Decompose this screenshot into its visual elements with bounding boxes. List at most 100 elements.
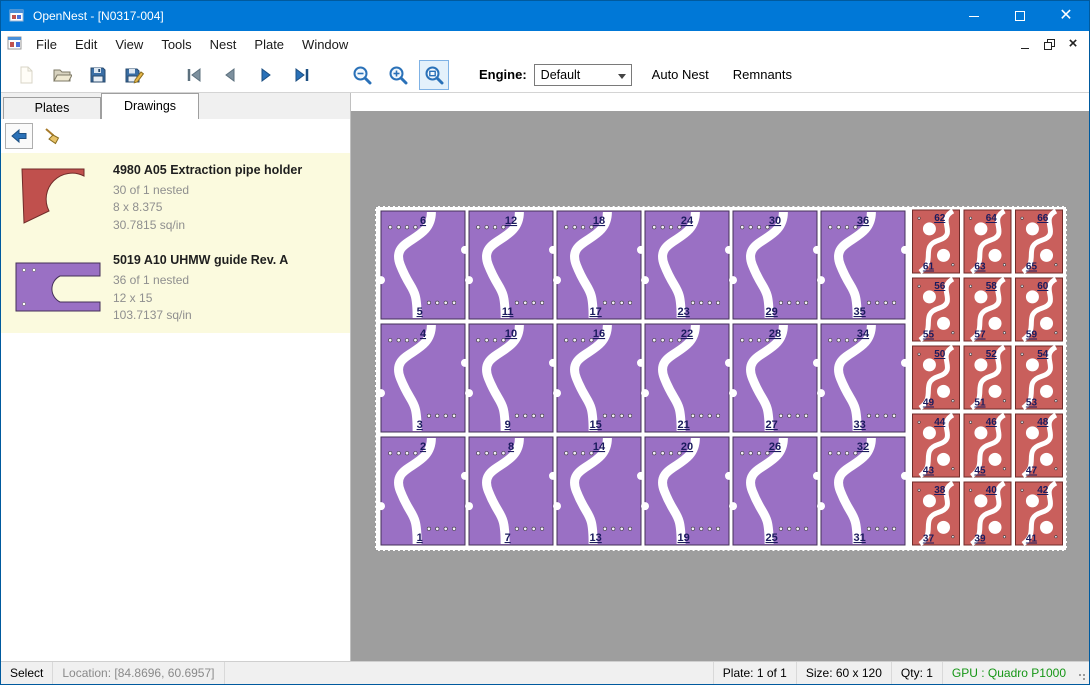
next-arrow-icon	[257, 66, 275, 84]
menu-view[interactable]: View	[106, 33, 152, 56]
menu-tools[interactable]: Tools	[152, 33, 200, 56]
resize-grip[interactable]	[1075, 662, 1089, 684]
purple-part-pair[interactable]: 3635	[817, 211, 909, 319]
status-gpu: GPU : Quadro P1000	[942, 662, 1075, 684]
purple-part-pair[interactable]: 2019	[641, 437, 733, 545]
menu-plate[interactable]: Plate	[245, 33, 293, 56]
minimize-icon	[969, 16, 979, 17]
red-part-pair[interactable]: 4443	[913, 414, 960, 477]
menu-nest[interactable]: Nest	[201, 33, 246, 56]
red-part-pair[interactable]: 6261	[913, 210, 960, 273]
mdi-window-controls: ×	[1013, 34, 1089, 54]
red-part-pair[interactable]: 5655	[913, 278, 960, 341]
plate-sheet[interactable]: 6512111817242330293635431091615222128273…	[375, 206, 1067, 551]
save-as-button[interactable]	[119, 60, 149, 90]
svg-text:33: 33	[854, 419, 866, 431]
nest-plate-svg[interactable]: 6512111817242330293635431091615222128273…	[376, 207, 1066, 550]
drawing-area: 30.7815 sq/in	[113, 217, 342, 234]
app-icon	[9, 8, 25, 24]
menu-file[interactable]: File	[27, 33, 66, 56]
purple-part-pair[interactable]: 3231	[817, 437, 909, 545]
red-part-pair[interactable]: 5049	[913, 346, 960, 409]
tab-drawings[interactable]: Drawings	[101, 93, 199, 119]
save-button[interactable]	[83, 60, 113, 90]
first-plate-button[interactable]	[179, 60, 209, 90]
previous-arrow-icon	[221, 66, 239, 84]
purple-part-pair[interactable]: 3029	[729, 211, 821, 319]
svg-text:60: 60	[1037, 281, 1049, 292]
red-part-pair[interactable]: 5251	[964, 346, 1011, 409]
remnants-button[interactable]: Remnants	[729, 63, 796, 86]
purple-part-pair[interactable]: 10 9	[465, 324, 557, 432]
red-part-pair[interactable]: 6463	[964, 210, 1011, 273]
red-part-pair[interactable]: 4241	[1016, 482, 1063, 545]
svg-text:32: 32	[857, 441, 869, 453]
purple-part-pair[interactable]: 1615	[553, 324, 645, 432]
minimize-button[interactable]	[951, 1, 997, 31]
red-part-pair[interactable]: 5453	[1016, 346, 1063, 409]
previous-plate-button[interactable]	[215, 60, 245, 90]
drawing-item-extraction-pipe-holder[interactable]: 4980 A05 Extraction pipe holder 30 of 1 …	[1, 153, 350, 243]
svg-text:35: 35	[854, 306, 866, 318]
tab-plates[interactable]: Plates	[3, 97, 101, 119]
svg-text:56: 56	[934, 281, 946, 292]
svg-text:10: 10	[505, 328, 517, 340]
purple-part-pair[interactable]: 1817	[553, 211, 645, 319]
purple-part-pair[interactable]: 1211	[465, 211, 557, 319]
new-button[interactable]	[11, 60, 41, 90]
svg-text:8: 8	[508, 441, 514, 453]
status-location: Location: [84.8696, 60.6957]	[53, 662, 224, 684]
purple-part-pair[interactable]: 2221	[641, 324, 733, 432]
svg-text:18: 18	[593, 215, 605, 227]
menu-window[interactable]: Window	[293, 33, 357, 56]
svg-text:48: 48	[1037, 417, 1049, 428]
clean-button[interactable]	[38, 123, 66, 149]
svg-text:51: 51	[974, 398, 986, 409]
purple-part-pair[interactable]: 2423	[641, 211, 733, 319]
next-plate-button[interactable]	[251, 60, 281, 90]
svg-text:9: 9	[505, 419, 511, 431]
zoom-tool-group	[347, 60, 455, 90]
mdi-restore-icon	[1044, 39, 1055, 50]
auto-nest-button[interactable]: Auto Nest	[648, 63, 713, 86]
close-button[interactable]: ✕	[1043, 1, 1089, 31]
svg-text:24: 24	[681, 215, 694, 227]
open-button[interactable]	[47, 60, 77, 90]
svg-text:66: 66	[1037, 213, 1049, 224]
svg-text:40: 40	[986, 485, 998, 496]
mdi-close-button[interactable]: ×	[1061, 34, 1085, 54]
purple-part-pair[interactable]: 21	[377, 437, 469, 545]
red-part-pair[interactable]: 5857	[964, 278, 1011, 341]
maximize-button[interactable]	[997, 1, 1043, 31]
purple-part-pair[interactable]: 3433	[817, 324, 909, 432]
red-part-pair[interactable]: 4039	[964, 482, 1011, 545]
purple-part-pair[interactable]: 87	[465, 437, 557, 545]
purple-part-pair[interactable]: 2827	[729, 324, 821, 432]
menu-edit[interactable]: Edit	[66, 33, 106, 56]
red-part-pair[interactable]: 6665	[1016, 210, 1063, 273]
svg-text:11: 11	[502, 306, 514, 318]
zoom-in-button[interactable]	[383, 60, 413, 90]
purple-part-pair[interactable]: 65	[377, 211, 469, 319]
import-drawing-button[interactable]	[5, 123, 33, 149]
svg-text:17: 17	[590, 306, 602, 318]
zoom-out-button[interactable]	[347, 60, 377, 90]
last-plate-button[interactable]	[287, 60, 317, 90]
red-part-pair[interactable]: 4847	[1016, 414, 1063, 477]
zoom-fit-button[interactable]	[419, 60, 449, 90]
purple-part-pair[interactable]: 43	[377, 324, 469, 432]
nest-canvas[interactable]: 6512111817242330293635431091615222128273…	[351, 93, 1089, 661]
mdi-minimize-button[interactable]	[1013, 34, 1037, 54]
engine-select[interactable]: Default	[534, 64, 632, 86]
red-part-pair[interactable]: 4645	[964, 414, 1011, 477]
drawing-title: 5019 A10 UHMW guide Rev. A	[113, 253, 342, 267]
svg-text:25: 25	[766, 532, 778, 544]
purple-part-pair[interactable]: 2625	[729, 437, 821, 545]
red-part-pair[interactable]: 6059	[1016, 278, 1063, 341]
svg-text:15: 15	[590, 419, 602, 431]
red-part-pair[interactable]: 3837	[913, 482, 960, 545]
drawing-item-uhmw-guide[interactable]: 5019 A10 UHMW guide Rev. A 36 of 1 neste…	[1, 243, 350, 333]
open-folder-icon	[52, 65, 72, 85]
purple-part-pair[interactable]: 1413	[553, 437, 645, 545]
mdi-restore-button[interactable]	[1037, 34, 1061, 54]
